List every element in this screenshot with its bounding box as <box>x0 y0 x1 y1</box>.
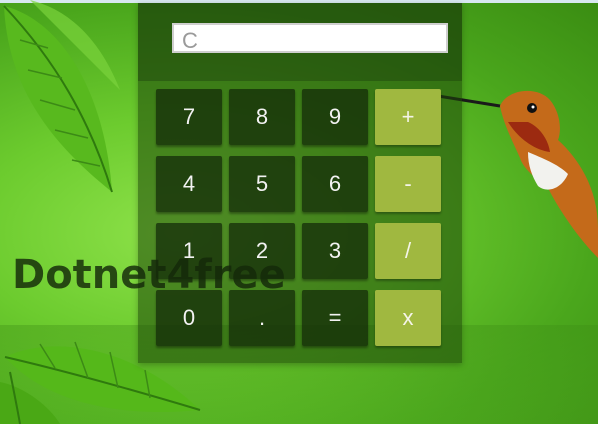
key-plus-button[interactable]: + <box>375 89 441 145</box>
watermark-text: Dotnet4free <box>12 252 286 298</box>
calculator-panel: 7 8 9 + 4 5 6 - 1 2 3 / 0 . = x <box>138 3 462 363</box>
key-multiply-button[interactable]: x <box>375 290 441 346</box>
key-5-button[interactable]: 5 <box>229 156 295 212</box>
key-0-button[interactable]: 0 <box>156 290 222 346</box>
key-3-button[interactable]: 3 <box>302 223 368 279</box>
key-decimal-button[interactable]: . <box>229 290 295 346</box>
key-minus-button[interactable]: - <box>375 156 441 212</box>
key-7-button[interactable]: 7 <box>156 89 222 145</box>
key-6-button[interactable]: 6 <box>302 156 368 212</box>
key-8-button[interactable]: 8 <box>229 89 295 145</box>
key-equals-button[interactable]: = <box>302 290 368 346</box>
leaf-icon <box>3 0 120 193</box>
calculator-display-input[interactable] <box>172 23 448 53</box>
key-divide-button[interactable]: / <box>375 223 441 279</box>
key-4-button[interactable]: 4 <box>156 156 222 212</box>
hummingbird-icon <box>438 90 598 258</box>
key-9-button[interactable]: 9 <box>302 89 368 145</box>
